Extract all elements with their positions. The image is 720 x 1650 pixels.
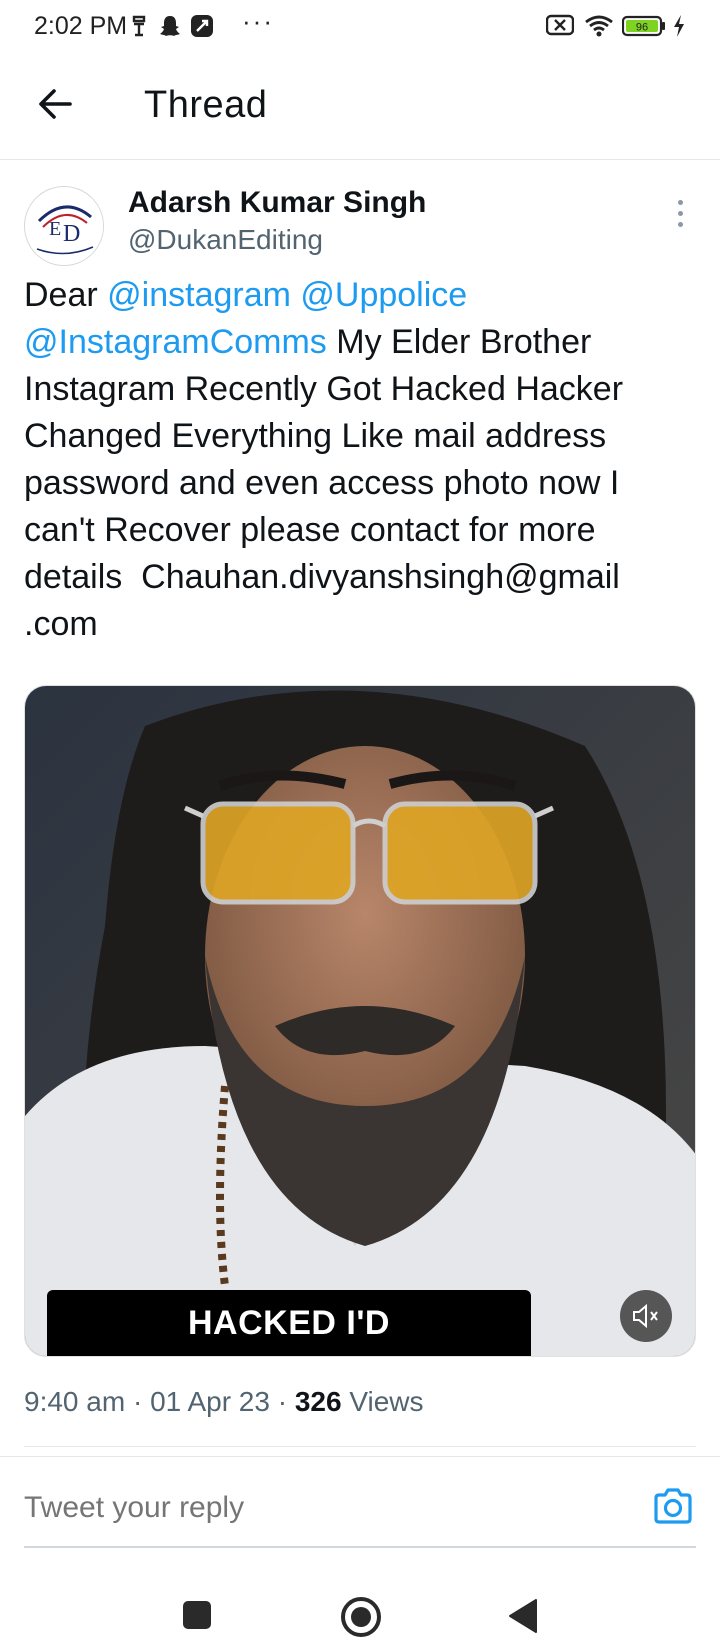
tweet-text-prefix: Dear [24, 276, 108, 314]
recents-square-icon [183, 1601, 211, 1629]
page-title: Thread [144, 84, 268, 126]
tweet-meta: 9:40 am · 01 Apr 23 · 326 Views [24, 1386, 424, 1417]
tweet-text-body: My Elder Brother Instagram Recently Got … [24, 323, 624, 643]
tweet-time: 9:40 am [24, 1386, 126, 1417]
author-name[interactable]: Adarsh Kumar Singh [128, 186, 426, 220]
recents-button[interactable] [182, 1600, 212, 1635]
battery-icon: 96 [621, 15, 666, 42]
avatar[interactable]: E D [24, 186, 104, 266]
app-notification-icon [190, 14, 214, 43]
thread-header: Thread [0, 56, 720, 160]
more-notifications-icon: ··· [242, 6, 274, 36]
mention-uppolice[interactable]: @Uppolice [300, 276, 467, 314]
mute-button[interactable] [620, 1290, 672, 1342]
wifi-icon [584, 14, 614, 43]
status-time: 2:02 PM [34, 12, 128, 40]
reply-underline [24, 1546, 696, 1548]
camera-button[interactable] [652, 1486, 694, 1526]
battery-level: 96 [636, 22, 648, 34]
more-options-button[interactable] [670, 200, 690, 232]
video-caption-text: HACKED I'D [188, 1304, 390, 1342]
video-frame [25, 686, 695, 1356]
svg-text:D: D [63, 221, 80, 247]
back-nav-button[interactable] [506, 1598, 540, 1639]
mention-instagramcomms[interactable]: @InstagramComms [24, 323, 327, 361]
volume-muted-icon [633, 1303, 658, 1329]
snapchat-icon [158, 14, 182, 43]
views-count: 326 [294, 1386, 342, 1417]
back-button[interactable] [34, 82, 78, 126]
svg-text:E: E [49, 218, 61, 240]
tweet-date: 01 Apr 23 [150, 1386, 270, 1417]
more-vert-icon [677, 200, 683, 205]
mention-instagram[interactable]: @instagram [107, 276, 291, 314]
sim-icon [130, 14, 148, 43]
charging-icon [672, 14, 686, 43]
back-arrow-icon [39, 89, 72, 119]
divider [24, 1446, 696, 1447]
divider [0, 1456, 720, 1457]
views-label[interactable]: Views [349, 1386, 423, 1417]
status-bar: 2:02 PM ··· 96 [0, 0, 720, 56]
home-button[interactable] [340, 1596, 382, 1643]
system-nav-bar [0, 1560, 720, 1650]
camera-icon [654, 1488, 692, 1524]
tweet-video[interactable]: HACKED I'D [24, 685, 696, 1357]
tweet-text: Dear @instagram @Uppolice @InstagramComm… [24, 272, 684, 648]
reply-input[interactable] [24, 1486, 624, 1530]
home-circle-icon [341, 1597, 381, 1637]
video-caption: HACKED I'D [47, 1290, 531, 1356]
no-sim-icon [545, 14, 575, 41]
author-handle[interactable]: @DukanEditing [128, 224, 323, 256]
back-triangle-icon [509, 1599, 537, 1633]
